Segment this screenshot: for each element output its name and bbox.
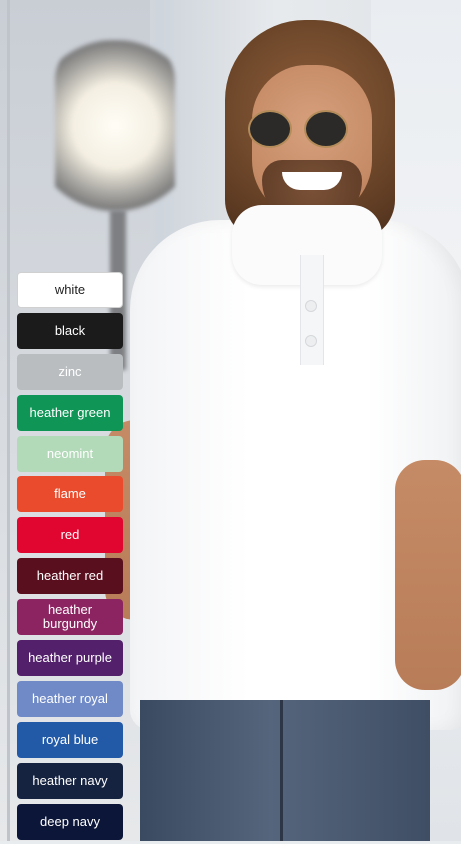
swatch-label: neomint (46, 445, 94, 461)
color-swatch-list: white black zinc heather green neomint f… (17, 272, 125, 844)
left-edge-divider (7, 0, 10, 841)
polo-button (305, 335, 317, 347)
swatch-label: heather burgundy (42, 602, 98, 632)
swatch-label: white (54, 282, 86, 297)
model-smile (282, 172, 342, 190)
color-swatch-red[interactable]: red (17, 517, 123, 554)
swatch-label: red (60, 527, 80, 543)
sunglasses-left-lens (248, 110, 292, 148)
color-swatch-black[interactable]: black (17, 312, 123, 349)
swatch-label: zinc (58, 363, 82, 379)
swatch-label: heather navy (32, 772, 108, 788)
model-jeans (140, 700, 430, 841)
swatch-label: royal blue (41, 731, 99, 747)
sunglasses-right-lens (304, 110, 348, 148)
polo-button (305, 300, 317, 312)
model-right-arm (395, 460, 461, 690)
color-swatch-zinc[interactable]: zinc (17, 353, 123, 390)
color-swatch-heather-red[interactable]: heather red (17, 558, 123, 595)
swatch-label: heather red (36, 568, 104, 584)
color-swatch-white[interactable]: white (17, 272, 123, 308)
swatch-label: black (54, 322, 86, 338)
color-swatch-heather-green[interactable]: heather green (17, 394, 123, 431)
swatch-label: heather royal (32, 690, 108, 706)
swatch-label: heather green (29, 404, 111, 420)
color-swatch-heather-royal[interactable]: heather royal (17, 680, 123, 717)
street-lamp (55, 40, 175, 230)
swatch-label: heather purple (28, 650, 112, 666)
color-swatch-flame[interactable]: flame (17, 476, 123, 513)
color-swatch-heather-navy[interactable]: heather navy (17, 762, 123, 799)
jeans-seam (280, 700, 283, 841)
swatch-label: deep navy (40, 813, 100, 829)
color-swatch-neomint[interactable]: neomint (17, 435, 123, 472)
color-swatch-heather-burgundy[interactable]: heather burgundy (17, 599, 123, 636)
color-swatch-royal-blue[interactable]: royal blue (17, 721, 123, 758)
color-swatch-heather-purple[interactable]: heather purple (17, 640, 123, 677)
color-swatch-deep-navy[interactable]: deep navy (17, 803, 123, 840)
swatch-label: flame (54, 486, 86, 502)
